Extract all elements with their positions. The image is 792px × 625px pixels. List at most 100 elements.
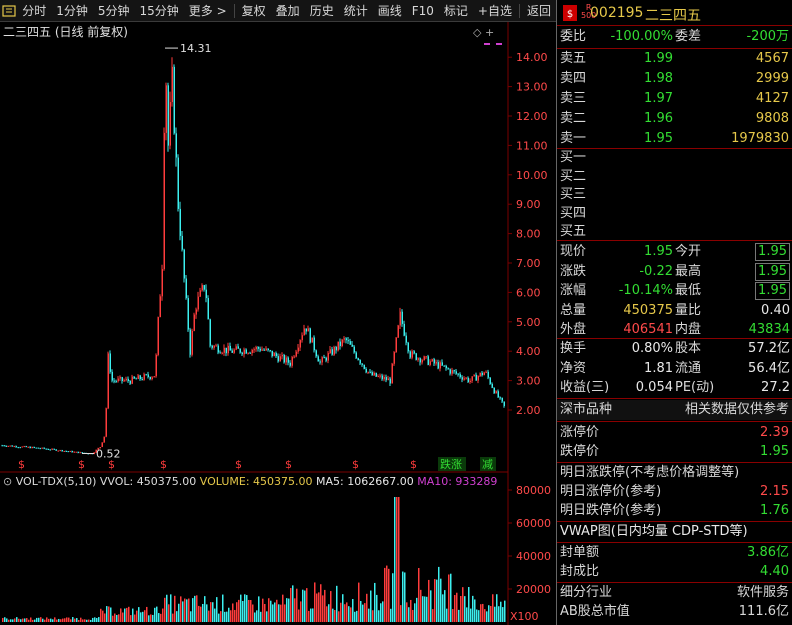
- sell-price[interactable]: 1.99: [617, 49, 673, 69]
- market-section-header: 深市品种 相关数据仅供参考: [557, 400, 792, 420]
- candle-body: [437, 362, 439, 369]
- stat-value: -10.14%: [618, 283, 673, 298]
- candle-body: [159, 296, 161, 318]
- ma-legend-line: [484, 43, 502, 45]
- limit-up-value: 2.39: [760, 425, 789, 440]
- price-tick-label: 12.00: [516, 110, 548, 123]
- vol-indicator[interactable]: VOL-TDX(5,10): [16, 475, 97, 488]
- divider: [557, 398, 792, 399]
- volume-bar: [316, 593, 318, 622]
- candle-body: [409, 351, 411, 358]
- candle-body: [445, 365, 447, 369]
- kline-chart[interactable]: 14.00 13.00 12.00 11.00 10.00 9.00 8.00 7.00 6.0…: [0, 0, 556, 625]
- candle-body: [205, 289, 207, 299]
- buy-level-label: 买四: [560, 205, 587, 221]
- candle-body: [371, 372, 373, 376]
- volume-bar: [176, 611, 178, 622]
- stat-label: 外盘: [560, 322, 587, 337]
- volume-bar: [208, 610, 210, 622]
- volume-bar: [266, 611, 268, 622]
- fengdan-value: 3.86亿: [747, 545, 789, 560]
- volume-bar: [144, 610, 146, 622]
- industry-label: 细分行业: [560, 585, 613, 600]
- volume-bar: [282, 594, 284, 622]
- candle-body: [225, 347, 227, 354]
- industry-value[interactable]: 软件服务: [737, 583, 789, 603]
- candle-body: [323, 357, 325, 359]
- candle-body: [339, 341, 341, 346]
- event-marker: $: [352, 458, 359, 471]
- candle-body: [13, 446, 15, 448]
- volume-bar: [356, 610, 358, 622]
- candle-body: [325, 357, 327, 361]
- vwap-row[interactable]: VWAP图(日内均量 CDP-STD等): [557, 522, 792, 542]
- limit-down-value: 1.95: [760, 444, 789, 459]
- candle-body: [31, 446, 33, 449]
- stat-label: 最低: [675, 283, 702, 298]
- candle-body: [11, 445, 13, 447]
- volume-bar: [220, 611, 222, 622]
- stat-label: 涨幅: [560, 283, 587, 298]
- candle-body: [471, 376, 473, 381]
- candle-body: [57, 450, 59, 452]
- volume-bar: [406, 602, 408, 622]
- volume-bar: [312, 608, 314, 622]
- volume-bar: [74, 618, 76, 622]
- candle-body: [389, 378, 391, 384]
- stock-header: $ R 500 002195 二三四五: [557, 2, 792, 24]
- candle-body: [485, 371, 487, 373]
- volume-tick-label: 60000: [516, 517, 551, 530]
- stock-code[interactable]: 002195: [590, 5, 643, 21]
- candle-body: [237, 346, 239, 349]
- candle-body: [211, 345, 213, 348]
- candle-body: [283, 354, 285, 363]
- candle-body: [335, 346, 337, 351]
- weicha-value: -200万: [746, 29, 789, 44]
- stock-name[interactable]: 二三四五: [645, 5, 701, 25]
- sell-level-label: 卖四: [560, 71, 587, 86]
- stat-label: 现价: [560, 244, 587, 259]
- volume-bar: [162, 608, 164, 622]
- stat-label: 股本: [675, 341, 702, 356]
- sell-price[interactable]: 1.97: [617, 89, 673, 109]
- volume-bar: [86, 619, 88, 622]
- candle-body: [209, 319, 211, 346]
- volume-bar: [124, 608, 126, 622]
- weicha-label: 委差: [675, 29, 702, 44]
- candle-body: [383, 377, 385, 380]
- volume-bar: [500, 601, 502, 622]
- volume-toggle-icon[interactable]: ⊙: [3, 475, 16, 488]
- event-marker: $: [285, 458, 292, 471]
- volume-bar: [192, 598, 194, 622]
- volume-bar: [12, 619, 14, 622]
- volume-bar: [46, 617, 48, 622]
- sell-price[interactable]: 1.96: [617, 109, 673, 129]
- volume-bar: [348, 606, 350, 622]
- mktcap-row: AB股总市值 111.6亿: [557, 602, 792, 622]
- volume-tick-label: 40000: [516, 550, 551, 563]
- sell-price[interactable]: 1.95: [617, 129, 673, 149]
- sell-price[interactable]: 1.98: [617, 69, 673, 89]
- volume-bar: [112, 615, 114, 622]
- candle-body: [111, 371, 113, 381]
- candle-body: [431, 359, 433, 362]
- volume-bar: [454, 595, 456, 622]
- volume-bar: [376, 594, 378, 622]
- volume-bar: [212, 602, 214, 622]
- candle-body: [501, 397, 503, 402]
- candle-body: [363, 364, 365, 369]
- stat-row: 涨幅 -10.14% 最低 1.95: [557, 281, 792, 301]
- candle-body: [365, 368, 367, 373]
- chart-options-icon[interactable]: ◇ +: [473, 26, 494, 39]
- candle-body: [459, 374, 461, 378]
- volume-bar: [496, 594, 498, 622]
- volume-bar: [366, 593, 368, 622]
- candle-body: [227, 345, 229, 354]
- candle-body: [503, 401, 505, 407]
- candle-body: [247, 352, 249, 354]
- candle-body: [23, 446, 25, 448]
- vwap-link[interactable]: VWAP图(日内均量 CDP-STD等): [560, 522, 748, 542]
- candle-body: [173, 66, 175, 134]
- candle-body: [375, 372, 377, 377]
- candle-body: [353, 346, 355, 353]
